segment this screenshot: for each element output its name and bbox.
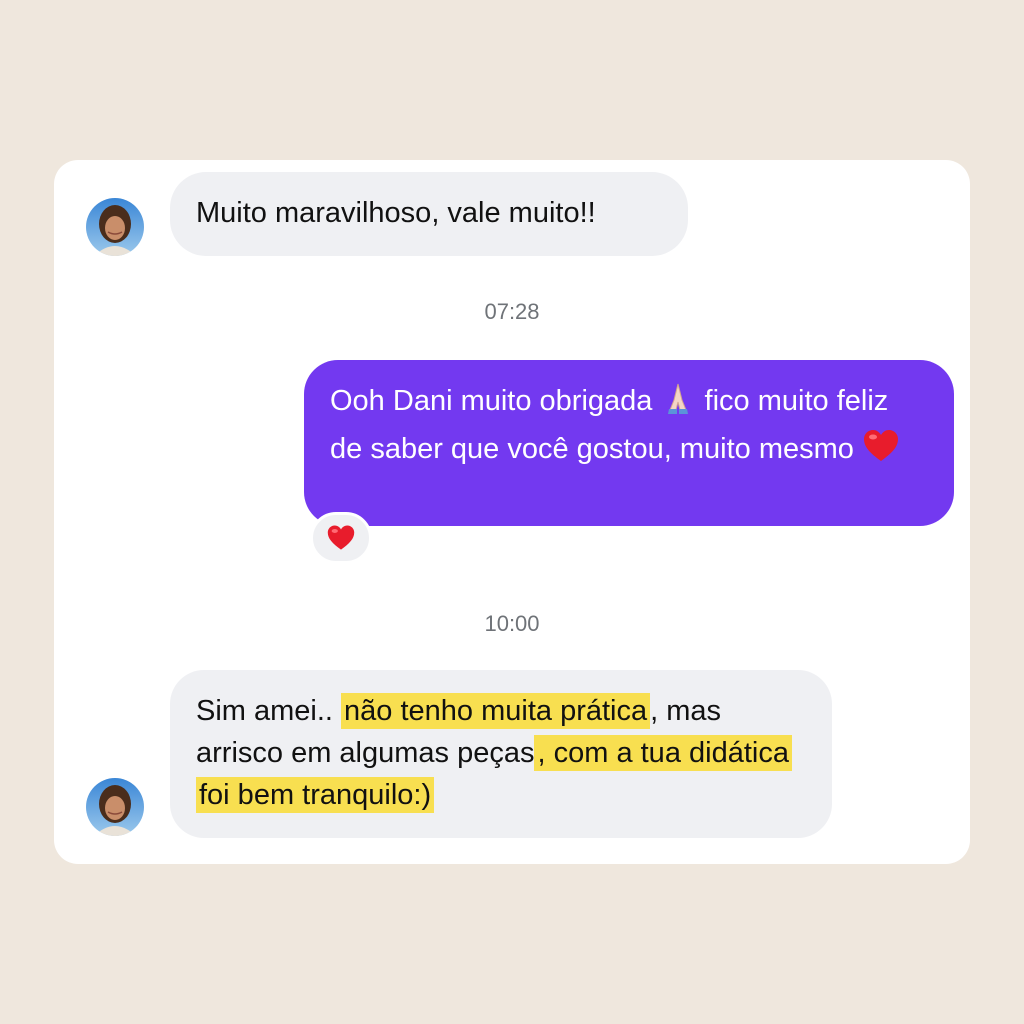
profile-photo-avatar-icon	[86, 778, 144, 836]
timestamp: 07:28	[484, 299, 540, 324]
incoming-message-bubble[interactable]: Muito maravilhoso, vale muito!!	[170, 172, 688, 256]
red-heart-emoji-icon	[327, 525, 355, 550]
contact-avatar[interactable]	[86, 198, 144, 256]
incoming-message-bubble[interactable]: Sim amei.. não tenho muita prática, mas …	[170, 670, 832, 838]
timestamp: 10:00	[484, 611, 540, 636]
red-heart-emoji-icon	[862, 428, 900, 476]
chat-card: Muito maravilhoso, vale muito!! 07:28 Oo…	[54, 160, 970, 864]
message-text: Muito maravilhoso, vale muito!!	[196, 197, 596, 229]
message-text-part-1: Ooh Dani muito obrigada	[330, 385, 653, 417]
profile-photo-avatar-icon	[86, 198, 144, 256]
heart-reaction-badge[interactable]	[310, 512, 372, 564]
highlighted-text: não tenho muita prática	[341, 693, 651, 729]
outgoing-message-bubble[interactable]: Ooh Dani muito obrigada fico muito feliz…	[304, 360, 954, 526]
message-text-part-1: Sim amei..	[196, 695, 342, 727]
folded-hands-emoji-icon	[660, 380, 696, 428]
contact-avatar[interactable]	[86, 778, 144, 836]
